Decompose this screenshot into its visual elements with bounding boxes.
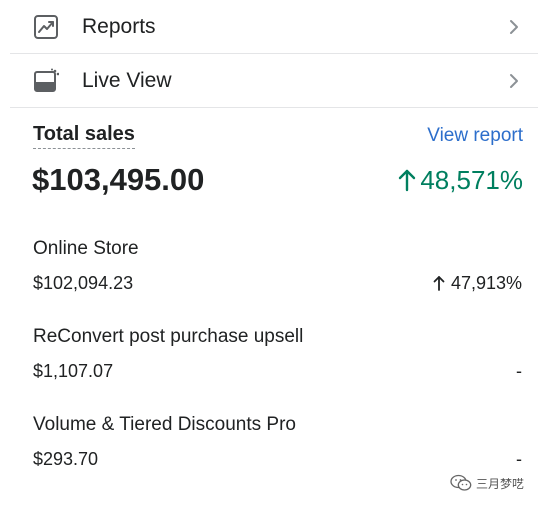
reports-chart-icon xyxy=(34,15,58,39)
channel-amount: $102,094.23 xyxy=(33,273,134,293)
total-sales-value: $103,495.00 xyxy=(32,162,205,197)
channel-amount: $293.70 xyxy=(33,449,99,469)
channel-name: Volume & Tiered Discounts Pro xyxy=(33,414,296,435)
channel-name: ReConvert post purchase upsell xyxy=(33,326,304,347)
chevron-right-icon xyxy=(510,20,518,34)
arrow-up-icon xyxy=(399,169,416,192)
nav-item-label: Live View xyxy=(82,69,172,92)
channel-amount: $1,107.07 xyxy=(33,361,114,381)
channel-change: - xyxy=(516,447,522,471)
channel-change-value: 47,913% xyxy=(450,273,522,293)
channel-change: - xyxy=(516,359,522,383)
watermark: 三月梦呓 xyxy=(450,474,524,492)
chevron-right-icon xyxy=(510,74,518,88)
channel-change: 47,913% xyxy=(433,271,522,295)
live-view-icon xyxy=(34,68,59,92)
channel-change-value: - xyxy=(516,449,522,469)
channel-change-value: - xyxy=(516,361,522,381)
divider xyxy=(10,107,538,108)
total-sales-change-value: 48,571% xyxy=(420,165,523,195)
arrow-up-icon xyxy=(433,276,445,291)
channel-name: Online Store xyxy=(33,238,139,259)
total-sales-change: 48,571% xyxy=(398,162,523,198)
nav-item-label: Reports xyxy=(82,15,156,38)
wechat-icon xyxy=(450,474,472,491)
view-report-link[interactable]: View report xyxy=(427,124,523,148)
nav-item-reports[interactable]: Reports xyxy=(0,0,538,54)
total-sales-title[interactable]: Total sales xyxy=(33,122,135,149)
watermark-text: 三月梦呓 xyxy=(475,476,524,491)
nav-item-live-view[interactable]: Live View xyxy=(0,54,538,108)
